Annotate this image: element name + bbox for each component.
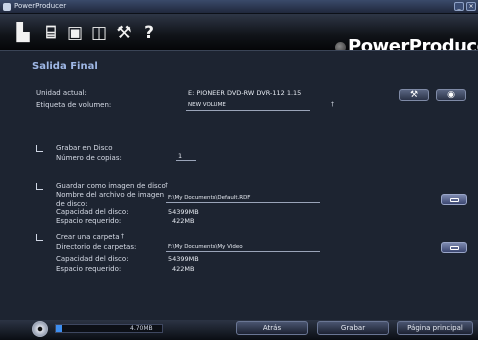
volume-info-icon[interactable]: † <box>331 100 334 109</box>
image-file-label: Nombre del archivo de imagen de disco: <box>56 191 165 208</box>
back-button[interactable]: Atrás <box>236 321 308 335</box>
create-folder-info-icon[interactable]: † <box>121 232 124 241</box>
folder-browse-button[interactable] <box>441 242 467 253</box>
image-browse-button[interactable] <box>441 194 467 205</box>
tools-icon[interactable]: ⚒ <box>115 24 133 42</box>
image-capacity-value: 54399MB <box>168 208 199 216</box>
disc-icon <box>32 321 48 337</box>
image-required-label: Espacio requerido: <box>56 217 122 225</box>
close-button[interactable]: × <box>466 2 476 11</box>
toolbar: ▙ ⌸ ▣ ◫ ⚒ ? PowerProducer <box>0 14 478 57</box>
create-folder-label: Crear una carpeta <box>56 233 120 241</box>
folder-required-value: 422MB <box>172 265 195 273</box>
save-image-checkbox[interactable] <box>36 183 43 190</box>
record-button[interactable]: Grabar <box>317 321 389 335</box>
volume-input[interactable]: NEW VOLUME <box>188 101 226 110</box>
help-icon[interactable]: ? <box>140 24 158 42</box>
minimize-button[interactable]: _ <box>454 2 464 11</box>
drive-label: Unidad actual: <box>36 89 87 97</box>
new-project-icon[interactable]: ▙ <box>14 24 32 42</box>
burn-disc-icon[interactable]: ◫ <box>90 24 108 42</box>
page-title: Salida Final <box>32 61 98 72</box>
disc-info-button[interactable]: ◉ <box>436 89 466 101</box>
save-image-info-icon[interactable]: † <box>165 181 168 190</box>
home-button[interactable]: Página principal <box>397 321 473 335</box>
app-icon <box>3 3 11 11</box>
image-required-value: 422MB <box>172 217 195 225</box>
volume-field-line <box>186 110 310 111</box>
window-title: PowerProducer <box>14 2 67 10</box>
burn-disc-checkbox[interactable] <box>36 145 43 152</box>
burn-disc-label: Grabar en Disco <box>56 144 113 152</box>
folder-capacity-value: 54399MB <box>168 255 199 263</box>
image-file-field-line <box>166 202 320 203</box>
save-icon[interactable]: ▣ <box>66 24 84 42</box>
save-image-label: Guardar como imagen de disco <box>56 182 166 190</box>
image-capacity-label: Capacidad del disco: <box>56 208 129 216</box>
open-folder-icon[interactable]: ⌸ <box>42 24 60 42</box>
folder-required-label: Espacio requerido: <box>56 265 122 273</box>
folder-capacity-label: Capacidad del disco: <box>56 255 129 263</box>
capacity-size: 4.70MB <box>130 325 153 332</box>
volume-label: Etiqueta de volumen: <box>36 101 112 109</box>
drive-value[interactable]: E: PIONEER DVD-RW DVR-112 1.15 <box>188 89 301 98</box>
folder-dir-label: Directorio de carpetas: <box>56 243 137 251</box>
create-folder-checkbox[interactable] <box>36 234 43 241</box>
drive-settings-button[interactable]: ⚒ <box>399 89 429 101</box>
copies-field-line <box>176 160 196 161</box>
folder-dir-field-line <box>166 251 320 252</box>
capacity-fill <box>56 325 63 332</box>
title-bar: PowerProducer _ × <box>0 0 478 14</box>
copies-label: Número de copias: <box>56 154 122 162</box>
